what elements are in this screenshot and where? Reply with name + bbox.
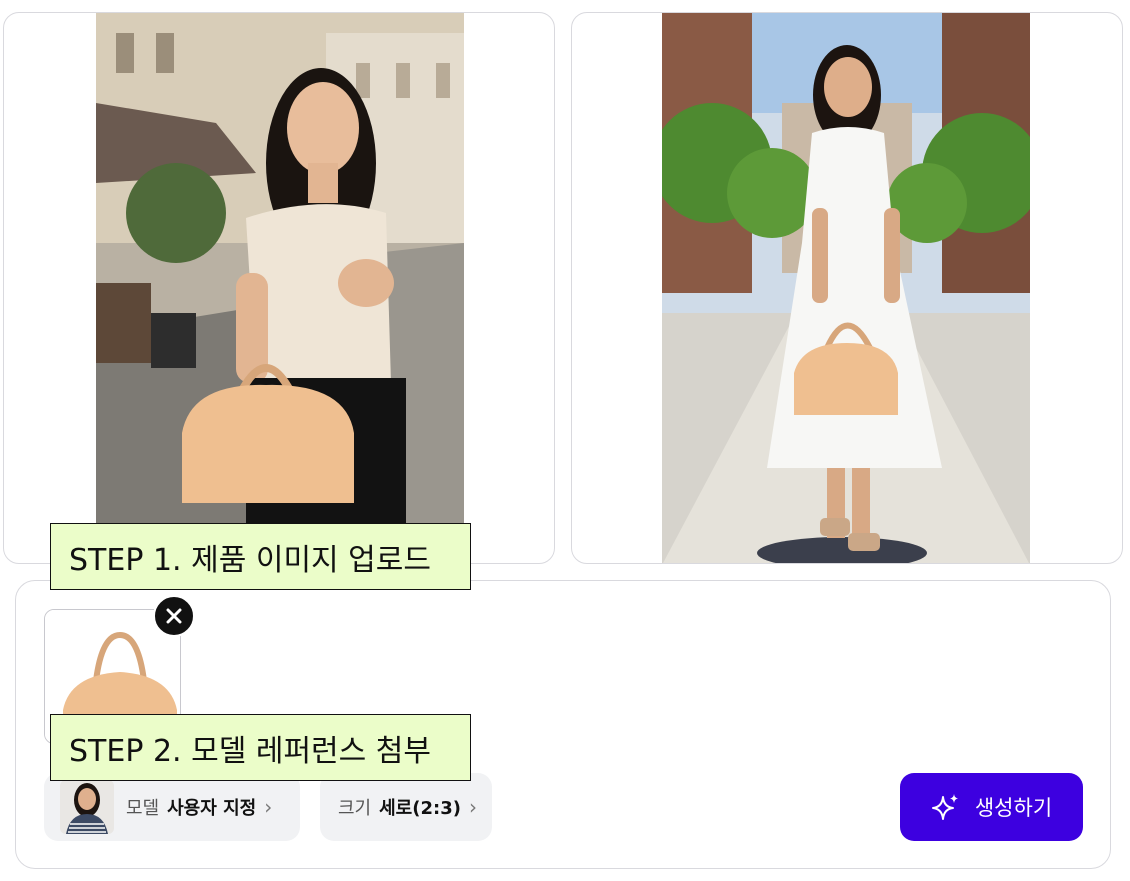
size-chip[interactable]: 크기 세로(2:3) ›	[320, 773, 492, 841]
model-chip-value: 사용자 지정	[167, 798, 257, 819]
size-chip-value: 세로(2:3)	[379, 798, 461, 819]
step-1-annotation: STEP 1. 제품 이미지 업로드	[50, 523, 471, 590]
close-icon	[166, 608, 182, 624]
remove-upload-button[interactable]	[153, 595, 195, 637]
page: 모델 사용자 지정 › 크기 세로(2:3) › 생성하기 STEP 1. 제품…	[0, 0, 1130, 881]
generate-button[interactable]: 생성하기	[900, 773, 1083, 841]
model-chip[interactable]: 모델 사용자 지정 ›	[44, 773, 300, 841]
step-2-text: STEP 2. 모델 레퍼런스 첨부	[69, 733, 431, 769]
result-image-1[interactable]	[96, 13, 464, 563]
chevron-right-icon: ›	[468, 795, 477, 819]
generate-button-label: 생성하기	[974, 796, 1053, 820]
size-chip-key: 크기	[338, 798, 372, 819]
model-chip-key: 모델	[126, 798, 160, 819]
result-image-2[interactable]	[662, 13, 1030, 563]
result-card-1[interactable]	[3, 12, 555, 564]
step-1-text: STEP 1. 제품 이미지 업로드	[69, 542, 431, 578]
step-2-annotation: STEP 2. 모델 레퍼런스 첨부	[50, 714, 471, 781]
sparkles-icon	[931, 794, 958, 820]
model-avatar	[60, 780, 114, 834]
chevron-right-icon: ›	[264, 795, 273, 819]
result-card-2[interactable]	[571, 12, 1123, 564]
